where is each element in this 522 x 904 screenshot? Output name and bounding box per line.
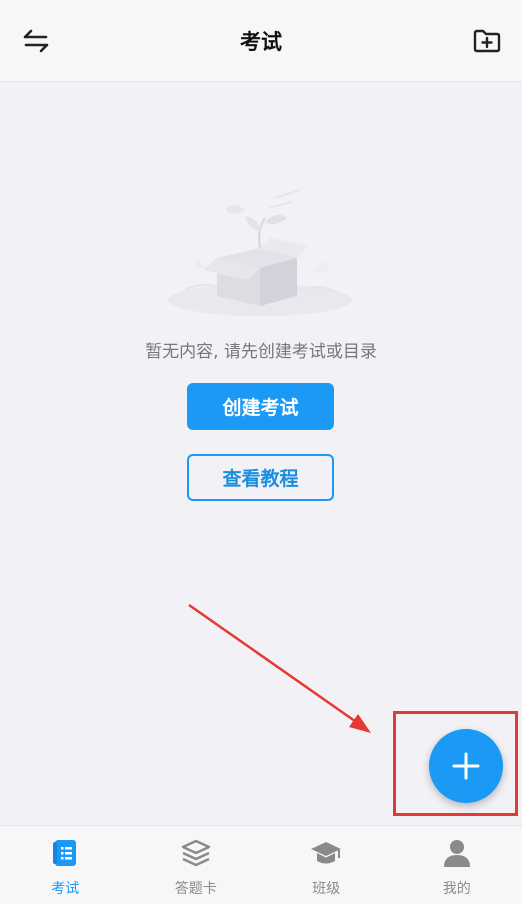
- user-icon: [443, 840, 470, 867]
- top-nav-bar: 考试: [0, 0, 522, 82]
- graduation-cap-icon: [311, 842, 342, 864]
- create-exam-button[interactable]: 创建考试: [187, 383, 334, 430]
- exam-book-icon: [53, 840, 77, 866]
- folder-add-icon: [473, 29, 501, 53]
- view-tutorial-button[interactable]: 查看教程: [187, 454, 334, 501]
- tab-exam[interactable]: 考试: [0, 826, 131, 904]
- tab-class[interactable]: 班级: [261, 826, 392, 904]
- empty-box-illustration: [168, 189, 352, 316]
- tab-class-label: 班级: [312, 881, 341, 897]
- tab-answer-sheet-label: 答题卡: [174, 881, 217, 897]
- tab-mine[interactable]: 我的: [392, 826, 522, 904]
- new-folder-button[interactable]: [470, 24, 504, 58]
- bottom-tab-bar: 考试 答题卡 班级 我的: [0, 825, 522, 904]
- layers-icon: [181, 839, 210, 867]
- tab-mine-label: 我的: [442, 881, 471, 897]
- tab-exam-label: 考试: [51, 881, 80, 897]
- add-fab-button[interactable]: [429, 729, 503, 803]
- empty-state-message: 暂无内容, 请先创建考试或目录: [145, 342, 377, 362]
- page-title: 考试: [240, 30, 282, 54]
- tab-answer-sheet[interactable]: 答题卡: [131, 826, 262, 904]
- plus-icon: [452, 752, 480, 780]
